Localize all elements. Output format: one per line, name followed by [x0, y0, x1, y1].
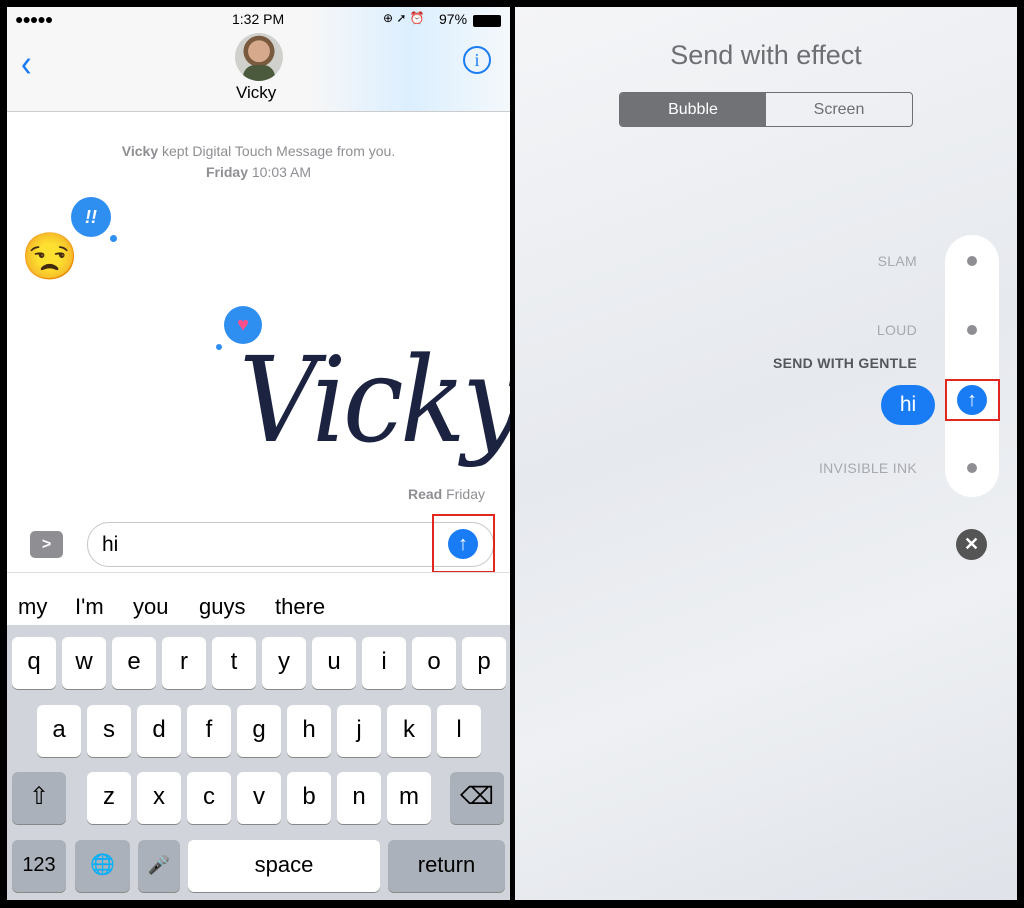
globe-key[interactable]: 🌐 — [75, 840, 130, 892]
key-t[interactable]: t — [212, 637, 256, 689]
read-day: Friday — [442, 486, 485, 502]
key-c[interactable]: c — [187, 772, 231, 824]
suggestion[interactable]: guys — [199, 594, 245, 620]
status-time: 1:32 PM — [232, 11, 285, 27]
send-with-effect-button[interactable]: ↑ — [957, 385, 987, 415]
key-e[interactable]: e — [112, 637, 156, 689]
delete-key[interactable]: ⌫ — [450, 772, 504, 824]
loud-dot[interactable] — [967, 325, 977, 335]
preview-bubble: hi — [881, 385, 935, 425]
battery-percent: 97% — [439, 11, 468, 27]
notice-day: Friday — [205, 164, 248, 180]
suggestion[interactable]: my — [18, 594, 47, 620]
key-w[interactable]: w — [62, 637, 106, 689]
send-effect-screen: Send with effect Bubble Screen SLAM LOUD… — [515, 7, 1017, 900]
tab-bubble[interactable]: Bubble — [620, 93, 766, 126]
key-i[interactable]: i — [362, 637, 406, 689]
microphone-key[interactable]: 🎤 — [138, 840, 180, 892]
notice-text: kept Digital Touch Message from you. — [158, 143, 396, 159]
key-n[interactable]: n — [337, 772, 381, 824]
status-icons: ⊕ ➚ ⏰ — [383, 11, 425, 25]
messages-screen: ●●●●● 1:32 PM ⊕ ➚ ⏰ 97% ‹ Vicky i Vicky … — [7, 7, 510, 900]
key-j[interactable]: j — [337, 705, 381, 757]
system-notice: Vicky kept Digital Touch Message from yo… — [7, 141, 510, 183]
key-p[interactable]: p — [462, 637, 506, 689]
notice-time: 10:03 AM — [247, 164, 312, 180]
key-s[interactable]: s — [87, 705, 131, 757]
info-icon[interactable]: i — [463, 46, 491, 74]
back-chevron-icon[interactable]: ‹ — [21, 41, 32, 85]
slam-dot[interactable] — [967, 256, 977, 266]
key-y[interactable]: y — [262, 637, 306, 689]
battery-icon — [473, 15, 501, 27]
key-g[interactable]: g — [237, 705, 281, 757]
effect-title: Send with effect — [670, 40, 862, 70]
effect-option-gentle[interactable]: SEND WITH GENTLE — [773, 355, 917, 371]
suggestion[interactable]: you — [133, 594, 168, 620]
key-k[interactable]: k — [387, 705, 431, 757]
key-q[interactable]: q — [12, 637, 56, 689]
effect-option-invisible-ink[interactable]: INVISIBLE INK — [819, 460, 917, 476]
key-u[interactable]: u — [312, 637, 356, 689]
effect-slider-track — [945, 235, 999, 497]
key-o[interactable]: o — [412, 637, 456, 689]
handwritten-vicky-message: Vicky — [239, 331, 510, 469]
close-icon[interactable]: ✕ — [956, 529, 987, 560]
suggestion[interactable]: there — [275, 594, 325, 620]
key-f[interactable]: f — [187, 705, 231, 757]
key-r[interactable]: r — [162, 637, 206, 689]
key-h[interactable]: h — [287, 705, 331, 757]
unamused-emoji: 😒 — [21, 230, 79, 282]
key-x[interactable]: x — [137, 772, 181, 824]
return-key[interactable]: return — [388, 840, 505, 892]
key-z[interactable]: z — [87, 772, 131, 824]
message-input-value[interactable]: hi — [102, 533, 118, 557]
tab-screen[interactable]: Screen — [766, 93, 912, 126]
space-key[interactable]: space — [188, 840, 380, 892]
read-label: Read — [407, 486, 443, 502]
notice-name: Vicky — [121, 143, 159, 159]
expand-apps-button[interactable]: > — [30, 531, 63, 558]
invisible-ink-dot[interactable] — [967, 463, 977, 473]
suggestion[interactable]: I'm — [75, 594, 104, 620]
contact-name[interactable]: Vicky — [236, 83, 276, 103]
signal-icon: ●●●●● — [15, 11, 53, 27]
send-button[interactable]: ↑ — [448, 529, 478, 559]
effect-tabs: Bubble Screen — [619, 92, 913, 127]
key-m[interactable]: m — [387, 772, 431, 824]
contact-avatar[interactable] — [235, 33, 283, 81]
read-receipt: Read Friday — [408, 486, 485, 502]
key-b[interactable]: b — [287, 772, 331, 824]
effect-option-loud[interactable]: LOUD — [877, 322, 917, 338]
key-l[interactable]: l — [437, 705, 481, 757]
effect-option-slam[interactable]: SLAM — [878, 253, 917, 269]
key-a[interactable]: a — [37, 705, 81, 757]
key-d[interactable]: d — [137, 705, 181, 757]
shift-key[interactable]: ⇧ — [12, 772, 66, 824]
key-v[interactable]: v — [237, 772, 281, 824]
numbers-key[interactable]: 123 — [12, 840, 66, 892]
